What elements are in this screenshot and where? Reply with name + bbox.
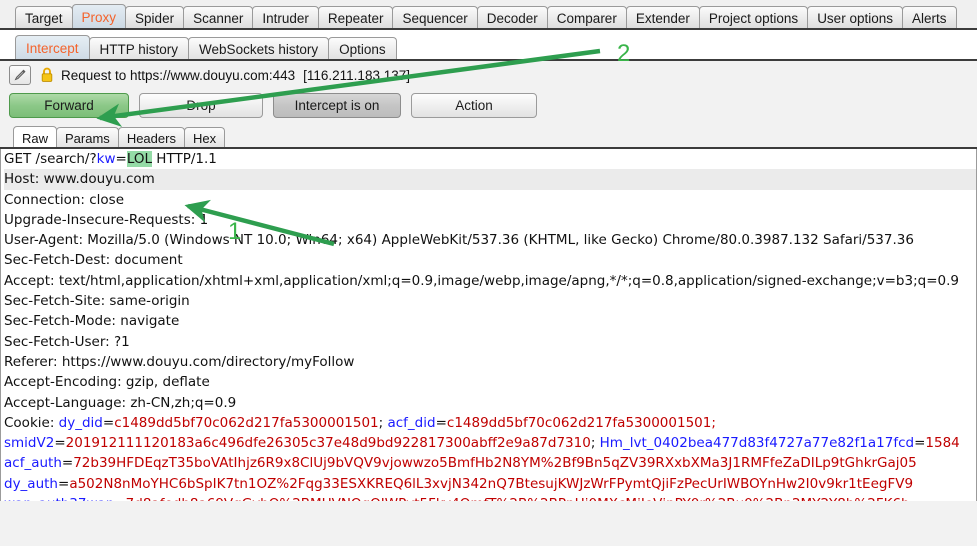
forward-button[interactable]: Forward bbox=[9, 92, 129, 118]
request-cookie-line: Cookie: dy_did=c1489dd5bf70c062d217fa530… bbox=[4, 414, 716, 431]
request-header-line: Sec-Fetch-User: ?1 bbox=[4, 333, 130, 350]
tab-user-options[interactable]: User options bbox=[807, 6, 903, 28]
subtab-websockets-history[interactable]: WebSockets history bbox=[188, 37, 330, 59]
annotation-label-1: 1 bbox=[228, 218, 242, 245]
subtab-http-history[interactable]: HTTP history bbox=[88, 37, 190, 59]
intercept-toggle-button[interactable]: Intercept is on bbox=[273, 92, 401, 118]
main-tab-bar: Target Proxy Spider Scanner Intruder Repeater… bbox=[0, 0, 977, 30]
request-header-line: Connection: close bbox=[4, 191, 124, 208]
viewtab-raw[interactable]: Raw bbox=[13, 126, 58, 147]
subtab-intercept[interactable]: Intercept bbox=[15, 35, 90, 59]
request-cookie-line: dy_auth=a502N8nMoYHC6bSpIK7tn1OZ%2Fqg33E… bbox=[4, 475, 914, 492]
viewtab-headers[interactable]: Headers bbox=[117, 127, 185, 147]
request-header-line: Accept-Encoding: gzip, deflate bbox=[4, 374, 210, 391]
tab-repeater[interactable]: Repeater bbox=[317, 6, 394, 28]
proxy-sub-tab-bar: Intercept HTTP history WebSockets history O… bbox=[0, 30, 977, 61]
request-header-line: Sec-Fetch-Dest: document bbox=[4, 252, 183, 269]
pencil-icon bbox=[14, 69, 26, 81]
request-editor[interactable]: GET /search/?kw=LOL HTTP/1.1 Host: www.do… bbox=[0, 149, 977, 501]
request-cookie-line: acf_auth=72b39HFDEqzT35boVAtIhjz6R9x8ClU… bbox=[4, 455, 917, 472]
tab-project-options[interactable]: Project options bbox=[698, 6, 809, 28]
request-header-line: Sec-Fetch-Site: same-origin bbox=[4, 293, 190, 310]
request-info-bar: Request to https://www.douyu.com:443 [116… bbox=[0, 61, 977, 89]
burp-suite-window: Target Proxy Spider Scanner Intruder Repeater… bbox=[0, 0, 977, 546]
subtab-options[interactable]: Options bbox=[328, 37, 397, 59]
message-view-tab-bar: Raw Params Headers Hex bbox=[0, 121, 977, 149]
viewtab-hex[interactable]: Hex bbox=[183, 127, 226, 147]
tab-target[interactable]: Target bbox=[15, 6, 73, 28]
tab-spider[interactable]: Spider bbox=[125, 6, 185, 28]
request-header-line: Referer: https://www.douyu.com/directory… bbox=[4, 353, 355, 370]
edit-button[interactable] bbox=[9, 65, 31, 85]
intercept-button-row: Forward Drop Intercept is on Action bbox=[0, 89, 977, 121]
request-header-line: Upgrade-Insecure-Requests: 1 bbox=[4, 211, 209, 228]
tab-comparer[interactable]: Comparer bbox=[546, 6, 627, 28]
request-raw-text[interactable]: GET /search/?kw=LOL HTTP/1.1 Host: www.do… bbox=[1, 149, 976, 501]
drop-button[interactable]: Drop bbox=[139, 92, 263, 118]
request-url-label: Request to https://www.douyu.com:443 bbox=[61, 67, 296, 83]
request-cookie-line: wan_auth37wan=7d8afedb8a69VgGvbO%2BMUVNO… bbox=[4, 494, 976, 501]
annotation-label-2: 2 bbox=[617, 40, 631, 67]
request-header-line: User-Agent: Mozilla/5.0 (Windows NT 10.0… bbox=[4, 232, 914, 249]
tab-intruder[interactable]: Intruder bbox=[252, 6, 319, 28]
tab-extender[interactable]: Extender bbox=[625, 6, 700, 28]
tab-sequencer[interactable]: Sequencer bbox=[392, 6, 478, 28]
request-header-line: Sec-Fetch-Mode: navigate bbox=[4, 313, 180, 330]
tab-alerts[interactable]: Alerts bbox=[901, 6, 957, 28]
tab-decoder[interactable]: Decoder bbox=[476, 6, 548, 28]
request-target-text: Request to https://www.douyu.com:443 [116… bbox=[61, 68, 410, 83]
tab-proxy[interactable]: Proxy bbox=[71, 4, 127, 28]
request-ip-label: [116.211.183.137] bbox=[303, 67, 410, 83]
action-button[interactable]: Action bbox=[411, 92, 537, 118]
request-header-line: Host: www.douyu.com bbox=[4, 169, 976, 190]
request-header-line: Accept-Language: zh-CN,zh;q=0.9 bbox=[4, 394, 237, 411]
request-start-line: GET /search/?kw=LOL HTTP/1.1 bbox=[4, 151, 217, 167]
viewtab-params[interactable]: Params bbox=[56, 127, 119, 147]
request-header-line: Accept: text/html,application/xhtml+xml,… bbox=[4, 272, 959, 289]
request-cookie-line: smidV2=201912111120183a6c496dfe26305c37e… bbox=[4, 435, 960, 452]
ssl-lock-icon bbox=[40, 67, 54, 83]
tab-scanner[interactable]: Scanner bbox=[183, 6, 254, 28]
